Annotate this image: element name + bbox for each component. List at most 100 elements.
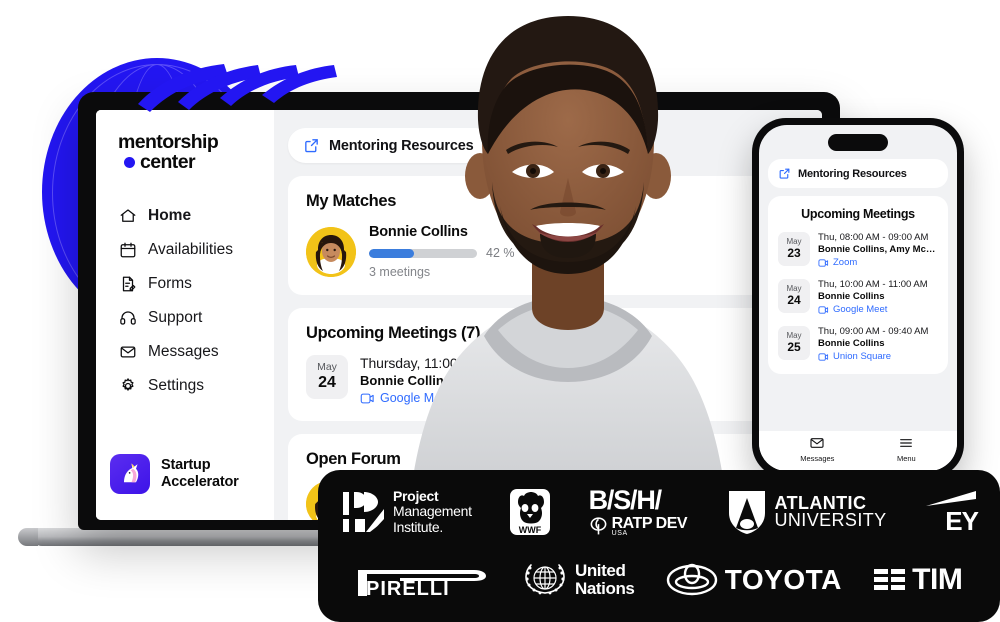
workspace-name: Startup Accelerator (161, 457, 239, 491)
phone-meeting-time: Thu, 08:00 AM - 09:00 AM (818, 232, 929, 243)
logo-atlantic-university: ATLANTIC UNIVERSITY (725, 488, 887, 536)
progress-track (369, 248, 477, 258)
my-matches-card: My Matches Bonnie Collins 42 % 3 meeting… (288, 176, 822, 295)
progress-label: 42 % (486, 246, 515, 260)
wwf-label: WWF (519, 525, 542, 535)
open-forum-title: Open Forum (306, 450, 401, 468)
laptop-device: mentorship center Home Availabilities Fo… (78, 92, 840, 530)
sidebar-item-settings[interactable]: Settings (96, 371, 274, 402)
logo-row-2: PIRELLI United Nations TOYOTA TIM (340, 549, 978, 611)
meeting-platform-label: Google Meet (380, 391, 452, 405)
phone-meeting-participants: Bonnie Collins (818, 291, 885, 302)
phone-meeting-location[interactable]: Union Square (818, 351, 928, 362)
sidebar-item-forms[interactable]: Forms (96, 269, 274, 300)
upcoming-meetings-card: Upcoming Meetings (7) May 24 Thursday, 1… (288, 308, 822, 421)
phone-nav-messages[interactable]: Messages (800, 435, 834, 463)
meeting-time: Thursday, 11:00 AM - 12:00 PM (360, 355, 553, 371)
phone-meeting-details: Thu, 10:00 AM - 11:00 AM Bonnie Collins … (818, 279, 928, 315)
envelope-icon (810, 438, 824, 448)
toyota-label: TOYOTA (724, 564, 842, 595)
phone-mentoring-resources-button[interactable]: Mentoring Resources (768, 159, 948, 188)
ey-label: EY (945, 506, 979, 536)
ratp-sub-label: USA (611, 529, 628, 537)
sidebar-item-messages[interactable]: Messages (96, 337, 274, 368)
phone-meeting-participants: Bonnie Collins, Amy McFiel... (818, 244, 938, 255)
match-row[interactable]: Bonnie Collins 42 % 3 meetings (306, 224, 804, 279)
meeting-date-chip: May 24 (306, 355, 348, 399)
workspace-switcher[interactable]: Startup Accelerator (96, 454, 274, 494)
meeting-participants: Bonnie Collins (360, 373, 451, 388)
phone-meeting-participants: Bonnie Collins (818, 338, 885, 349)
un-emblem-icon (525, 564, 565, 595)
brand-line-2-label: center (140, 151, 196, 174)
video-camera-icon (818, 258, 829, 268)
dynamic-island (828, 134, 888, 151)
phone-meeting-row[interactable]: May 25 Thu, 09:00 AM - 09:40 AM Bonnie C… (778, 326, 938, 362)
ratp-label: RATP DEV (611, 514, 688, 532)
calendar-icon (118, 241, 137, 260)
ey-beam-icon (925, 491, 976, 506)
client-logo-bar: Project Management Institute. WWF B/S/H/… (318, 470, 1000, 622)
main-content: Mentoring Resources My Matches Bonnie Co… (274, 110, 822, 520)
sidebar: mentorship center Home Availabilities Fo… (96, 110, 274, 520)
logo-toyota: TOYOTA (666, 563, 842, 597)
atlantic-shield-icon (728, 491, 765, 534)
phone-meeting-row[interactable]: May 24 Thu, 10:00 AM - 11:00 AM Bonnie C… (778, 279, 938, 315)
globe-stripe-arc (138, 64, 337, 112)
composite-stage: mentorship center Home Availabilities Fo… (0, 0, 1000, 622)
sidebar-item-settings-label: Settings (148, 377, 205, 395)
form-edit-icon (118, 275, 137, 294)
sidebar-item-support[interactable]: Support (96, 303, 274, 334)
headset-icon (118, 309, 137, 328)
progress-fill (369, 248, 415, 258)
phone-meeting-platform-label: Zoom (833, 257, 858, 268)
sidebar-item-home[interactable]: Home (96, 201, 274, 232)
sidebar-item-availabilities-label: Availabilities (148, 241, 234, 259)
phone-meeting-day: 24 (787, 292, 801, 307)
unicorn-icon (110, 454, 150, 494)
sidebar-item-availabilities[interactable]: Availabilities (96, 235, 274, 266)
phone-nav-menu-label: Menu (896, 454, 916, 463)
phone-meeting-platform[interactable]: Zoom (818, 257, 938, 268)
meeting-row[interactable]: May 24 Thursday, 11:00 AM - 12:00 PM Bon… (306, 355, 804, 405)
meeting-details: Thursday, 11:00 AM - 12:00 PM Bonnie Col… (360, 355, 553, 405)
match-progress: 42 % (369, 246, 804, 260)
toyota-ellipse-icon (666, 563, 717, 596)
match-info: Bonnie Collins 42 % 3 meetings (369, 224, 804, 279)
pmi-line-3: Institute. (393, 518, 443, 535)
logo-ey: EY (924, 490, 979, 536)
pirelli-label: PIRELLI (366, 578, 450, 598)
match-meetings-count: 3 meetings (369, 265, 431, 279)
video-camera-icon (818, 305, 829, 315)
atlantic-line-2: UNIVERSITY (774, 510, 887, 530)
phone-bottom-nav: Messages Menu (759, 431, 957, 471)
phone-meeting-details: Thu, 09:00 AM - 09:40 AM Bonnie Collins … (818, 326, 928, 362)
ratp-mark-icon (590, 517, 607, 535)
phone-app: Mentoring Resources Upcoming Meetings Ma… (759, 125, 957, 374)
logo-pirelli: PIRELLI (356, 562, 490, 598)
phone-mentoring-resources-label: Mentoring Resources (798, 167, 907, 180)
brand-line-2: center (118, 151, 274, 174)
workspace-name-line-2: Accelerator (161, 474, 239, 490)
phone-meeting-date-chip: May 24 (778, 279, 810, 313)
desktop-app: mentorship center Home Availabilities Fo… (96, 110, 822, 520)
phone-upcoming-meetings-title: Upcoming Meetings (801, 207, 915, 221)
phone-meeting-row[interactable]: May 23 Thu, 08:00 AM - 09:00 AM Bonnie C… (778, 232, 938, 268)
phone-nav-menu[interactable]: Menu (897, 435, 916, 463)
brand-dot-icon (124, 157, 135, 169)
phone-meeting-day: 23 (787, 245, 801, 260)
bsh-label: B/S/H/ (588, 484, 663, 515)
phone-meeting-platform[interactable]: Google Meet (818, 304, 928, 315)
pirelli-wordmark-icon: PIRELLI (357, 570, 486, 598)
mentoring-resources-button[interactable]: Mentoring Resources (288, 128, 494, 163)
meeting-platform[interactable]: Google Meet (360, 391, 553, 405)
meeting-month: May (317, 361, 337, 374)
phone-screen: Mentoring Resources Upcoming Meetings Ma… (759, 125, 957, 471)
pmi-mark-icon (343, 492, 384, 532)
logo-ratp-dev: RATP DEV USA (589, 514, 688, 538)
sidebar-item-messages-label: Messages (148, 343, 219, 361)
sidebar-item-home-label: Home (148, 207, 192, 225)
envelope-icon (118, 343, 137, 362)
wwf-panda-icon: WWF (510, 489, 551, 535)
video-camera-icon (818, 352, 829, 362)
